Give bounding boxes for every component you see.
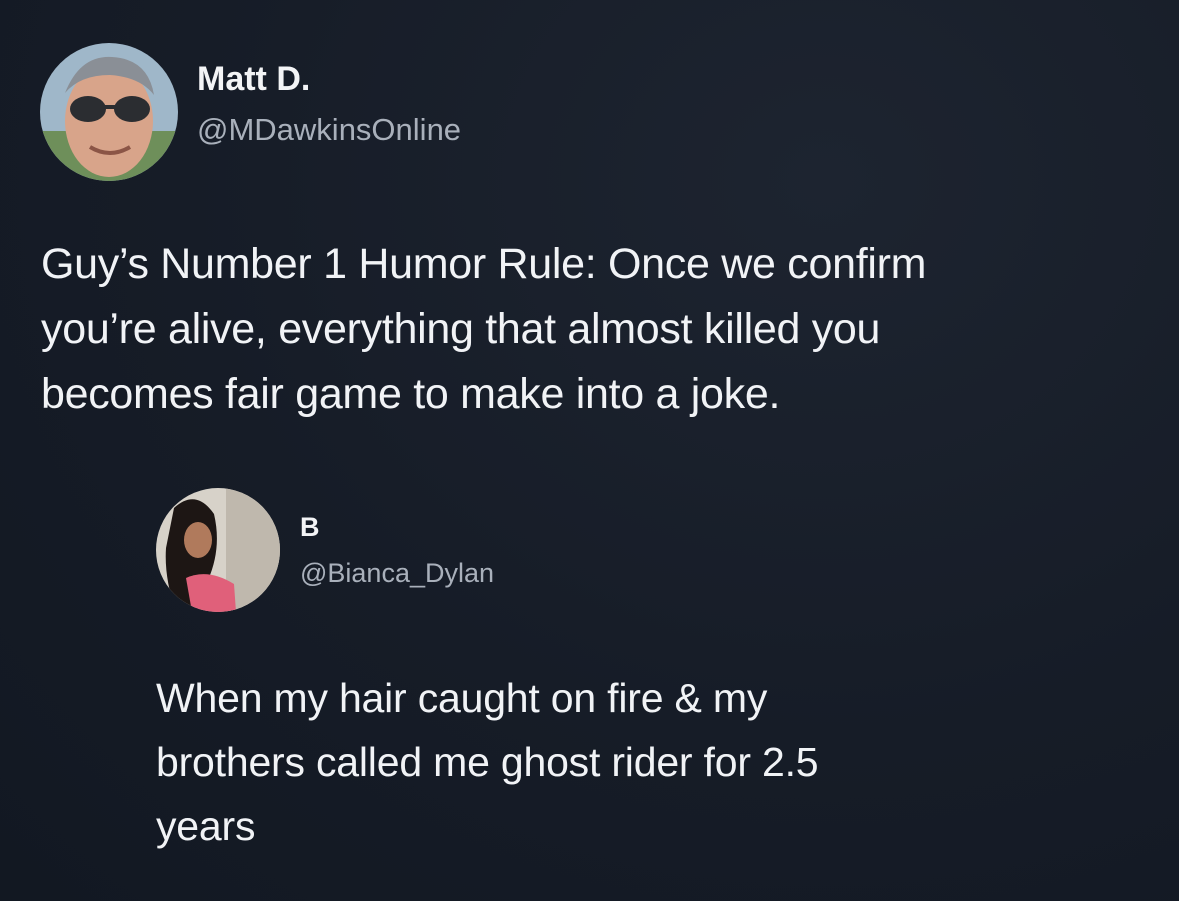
avatar-photo-icon xyxy=(156,488,280,612)
author-handle[interactable]: @MDawkinsOnline xyxy=(197,112,461,148)
avatar-bianca[interactable] xyxy=(156,488,280,612)
reply-author-handle[interactable]: @Bianca_Dylan xyxy=(300,558,494,589)
tweet-body: Guy’s Number 1 Humor Rule: Once we confi… xyxy=(41,240,927,418)
reply-author-name[interactable]: B xyxy=(300,512,320,543)
avatar-photo-icon xyxy=(40,43,178,181)
reply-body: When my hair caught on fire & my brother… xyxy=(156,675,819,849)
author-name[interactable]: Matt D. xyxy=(197,60,310,99)
avatar-matt[interactable] xyxy=(40,43,178,181)
